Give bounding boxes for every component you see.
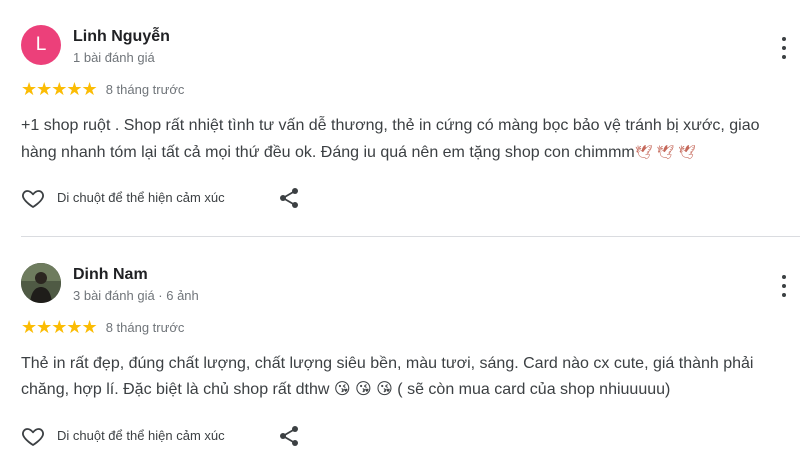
like-button[interactable] (21, 186, 45, 210)
review-actions: Di chuột để thể hiện cảm xúc (21, 424, 311, 448)
review-divider (21, 236, 800, 237)
react-hint: Di chuột để thể hiện cảm xúc (57, 190, 225, 205)
avatar-letter: L (35, 34, 47, 55)
star-rating: ★★★★★ (21, 79, 98, 99)
reviewer-name[interactable]: Linh Nguyễn (73, 28, 170, 46)
more-vertical-icon (782, 37, 786, 41)
review-text-tail: ( sẽ còn mua card của shop nhiuuuuu) (397, 381, 671, 398)
share-button[interactable] (277, 186, 301, 210)
react-hint: Di chuột để thể hiện cảm xúc (57, 428, 225, 443)
heart-outline-icon (22, 428, 44, 446)
review-time: 8 tháng trước (105, 81, 185, 97)
share-button[interactable] (277, 424, 301, 448)
rating-row: ★★★★★ 8 tháng trước (21, 80, 184, 98)
more-options-button[interactable] (776, 37, 792, 59)
like-button[interactable] (21, 424, 45, 448)
star-rating: ★★★★★ (21, 317, 98, 337)
review-actions: Di chuột để thể hiện cảm xúc (21, 186, 311, 210)
review-time: 8 tháng trước (105, 319, 185, 335)
bird-emoji: 🕊 🕊 🕊 (634, 144, 696, 160)
review-text: +1 shop ruột . Shop rất nhiệt tình tư vấ… (21, 113, 783, 166)
reviewer-meta: 3 bài đánh giá · 6 ảnh (73, 288, 199, 303)
more-vertical-icon (782, 275, 786, 279)
share-icon (280, 188, 298, 208)
review-text: Thẻ in rất đẹp, đúng chất lượng, chất lư… (21, 351, 783, 403)
reviewer-meta: 1 bài đánh giá (73, 50, 155, 65)
rating-row: ★★★★★ 8 tháng trước (21, 318, 184, 336)
reviews-panel: L Linh Nguyễn 1 bài đánh giá ★★★★★ 8 thá… (0, 0, 800, 462)
reviewer-name[interactable]: Dinh Nam (73, 266, 148, 284)
avatar-photo (21, 263, 61, 303)
share-icon (280, 426, 298, 446)
avatar[interactable] (21, 263, 61, 303)
avatar[interactable]: L (21, 25, 61, 65)
heart-outline-icon (22, 190, 44, 208)
kiss-emoji: 😘 😘 😘 (333, 381, 393, 398)
more-options-button[interactable] (776, 275, 792, 297)
